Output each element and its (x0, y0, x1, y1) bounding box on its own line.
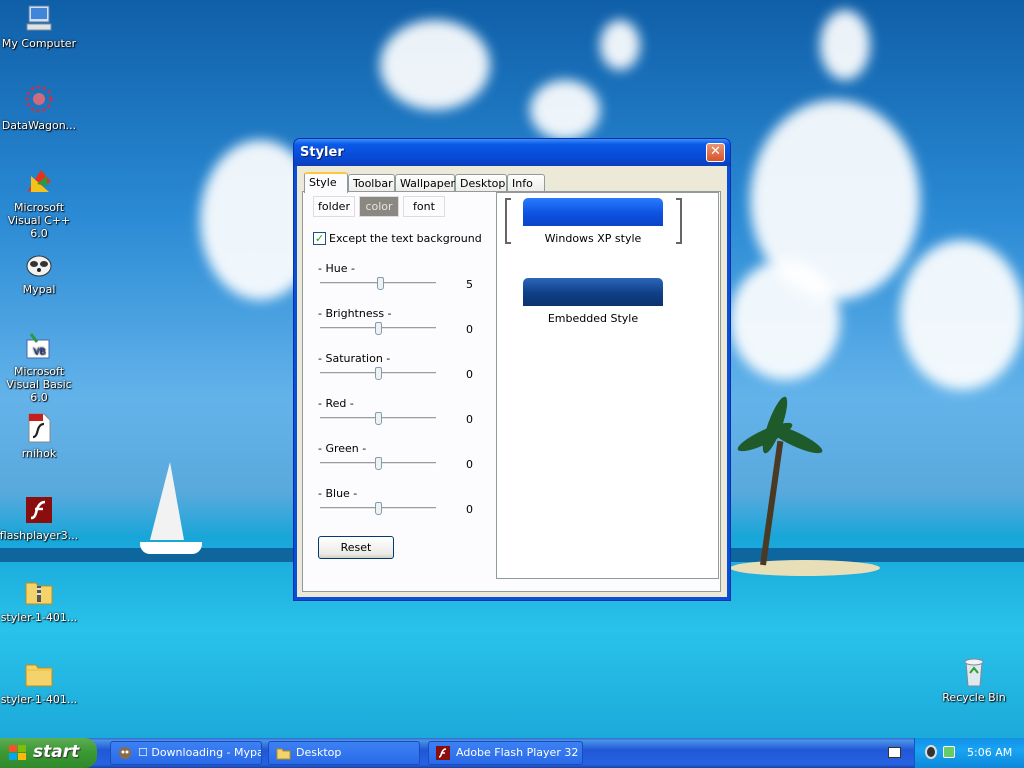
desktop-icon-label: rnihok (21, 447, 57, 460)
close-button[interactable]: ✕ (706, 143, 725, 162)
datawagon-icon (23, 84, 55, 116)
subtab-folder[interactable]: folder (313, 196, 355, 217)
desktop-icon-label: DataWagon... (1, 119, 77, 132)
slider-thumb[interactable] (377, 277, 384, 290)
folder-icon (276, 746, 291, 760)
selection-bracket-left (505, 198, 511, 244)
slider-label: - Brightness - (318, 307, 392, 320)
clock[interactable]: 5:06 AM (967, 746, 1012, 759)
desktop-icon-label: Microsoft Visual Basic 6.0 (6, 365, 72, 404)
taskbar-item-flash-player[interactable]: Adobe Flash Player 32 (428, 741, 583, 765)
flash-player-icon (436, 746, 451, 760)
slider-thumb[interactable] (375, 502, 382, 515)
slider-value: 0 (466, 413, 473, 426)
taskbar-item-mypal[interactable]: ☐ Downloading - Mypal (110, 741, 262, 765)
mypal-icon (23, 248, 55, 280)
mypal-icon (118, 746, 133, 760)
slider-value: 0 (466, 503, 473, 516)
desktop-icon-label: Microsoft Visual C++ 6.0 (7, 201, 71, 240)
style-option-label: Embedded Style (547, 312, 639, 325)
window-client: Style Toolbar Wallpaper Desktop Info fol… (297, 166, 727, 597)
desktop-icon-zip-folder[interactable]: styler-1-401... (0, 576, 79, 624)
slider-thumb[interactable] (375, 322, 382, 335)
slider-label: - Red - (318, 397, 354, 410)
selection-bracket-right (676, 198, 682, 244)
start-label: start (33, 742, 80, 762)
my-computer-icon (23, 2, 55, 34)
desktop-icon-label: flashplayer3... (0, 529, 79, 542)
desktop-icon-my-computer[interactable]: My Computer (0, 2, 79, 50)
folder-icon (23, 658, 55, 690)
taskbar-item-label: Adobe Flash Player 32 (456, 746, 579, 759)
style-swatch (523, 278, 663, 306)
slider-value: 0 (466, 368, 473, 381)
desktop-icon-folder[interactable]: styler-1-401... (0, 658, 79, 706)
svg-text:VB: VB (33, 347, 45, 357)
style-option-label: Windows XP style (544, 232, 642, 245)
desktop-icon-recycle-bin[interactable]: Recycle Bin (934, 656, 1014, 704)
desktop-icon-visual-cpp[interactable]: Microsoft Visual C++ 6.0 (0, 166, 79, 240)
start-button[interactable]: start (0, 738, 97, 768)
subtab-color[interactable]: color (359, 196, 399, 217)
desktop-icon-swf-file[interactable]: rnihok (0, 412, 79, 460)
system-tray: 5:06 AM (914, 738, 1024, 768)
taskbar-item-desktop[interactable]: Desktop (268, 741, 420, 765)
taskbar-item-label: Desktop (296, 746, 342, 759)
tab-toolbar[interactable]: Toolbar (348, 174, 395, 192)
slider-thumb[interactable] (375, 412, 382, 425)
safely-remove-icon[interactable] (943, 746, 955, 758)
desktop-icon-visual-basic[interactable]: VB Microsoft Visual Basic 6.0 (0, 330, 79, 404)
windows-flag-icon (9, 745, 27, 761)
flash-player-icon (23, 494, 55, 526)
style-option-embedded[interactable]: Embedded Style (523, 278, 663, 325)
subtab-font[interactable]: font (403, 196, 445, 217)
recycle-bin-icon (958, 656, 990, 688)
slider-label: - Saturation - (318, 352, 391, 365)
taskbar: start ☐ Downloading - Mypal Desktop Adob… (0, 738, 1024, 768)
slider-value: 5 (466, 278, 473, 291)
slider-value: 0 (466, 323, 473, 336)
slider-thumb[interactable] (375, 457, 382, 470)
slider-thumb[interactable] (375, 367, 382, 380)
taskbar-item-label: ☐ Downloading - Mypal (138, 746, 262, 759)
reset-button[interactable]: Reset (318, 536, 394, 559)
style-swatch (523, 198, 663, 226)
visual-basic-icon: VB (23, 330, 55, 362)
desktop-icon-label: Mypal (22, 283, 56, 296)
slider-label: - Green - (318, 442, 367, 455)
visual-cpp-icon (23, 166, 55, 198)
keyboard-icon[interactable] (888, 747, 901, 758)
tab-info[interactable]: Info (507, 174, 545, 192)
zip-folder-icon (23, 576, 55, 608)
desktop-icon-label: styler-1-401... (0, 611, 78, 624)
checkbox-label: Except the text background (329, 232, 482, 245)
desktop-icon-flash-player[interactable]: flashplayer3... (0, 494, 79, 542)
tab-desktop[interactable]: Desktop (455, 174, 507, 192)
network-icon[interactable] (925, 745, 937, 759)
desktop-icon-label: Recycle Bin (942, 691, 1006, 704)
except-text-background-option[interactable]: ✓ Except the text background (313, 231, 482, 246)
tab-style[interactable]: Style (304, 172, 348, 193)
style-option-windows-xp[interactable]: Windows XP style (523, 198, 663, 245)
slider-label: - Hue - (318, 262, 355, 275)
window-title: Styler (300, 145, 344, 160)
title-bar[interactable]: Styler ✕ (294, 139, 730, 166)
desktop-icon-datawagon[interactable]: DataWagon... (0, 84, 79, 132)
styler-window[interactable]: Styler ✕ Style Toolbar Wallpaper Desktop… (293, 138, 731, 601)
swf-file-icon (23, 412, 55, 444)
desktop-icon-label: styler-1-401... (0, 693, 78, 706)
except-text-background-checkbox[interactable]: ✓ (313, 231, 326, 245)
style-panel: folder color font ✓ Except the text backg… (302, 191, 721, 592)
desktop-icon-mypal[interactable]: Mypal (0, 248, 79, 296)
style-preview-list[interactable]: Windows XP style Embedded Style (496, 192, 719, 579)
slider-label: - Blue - (318, 487, 358, 500)
slider-value: 0 (466, 458, 473, 471)
desktop-icon-label: My Computer (1, 37, 77, 50)
tab-wallpaper[interactable]: Wallpaper (395, 174, 455, 192)
